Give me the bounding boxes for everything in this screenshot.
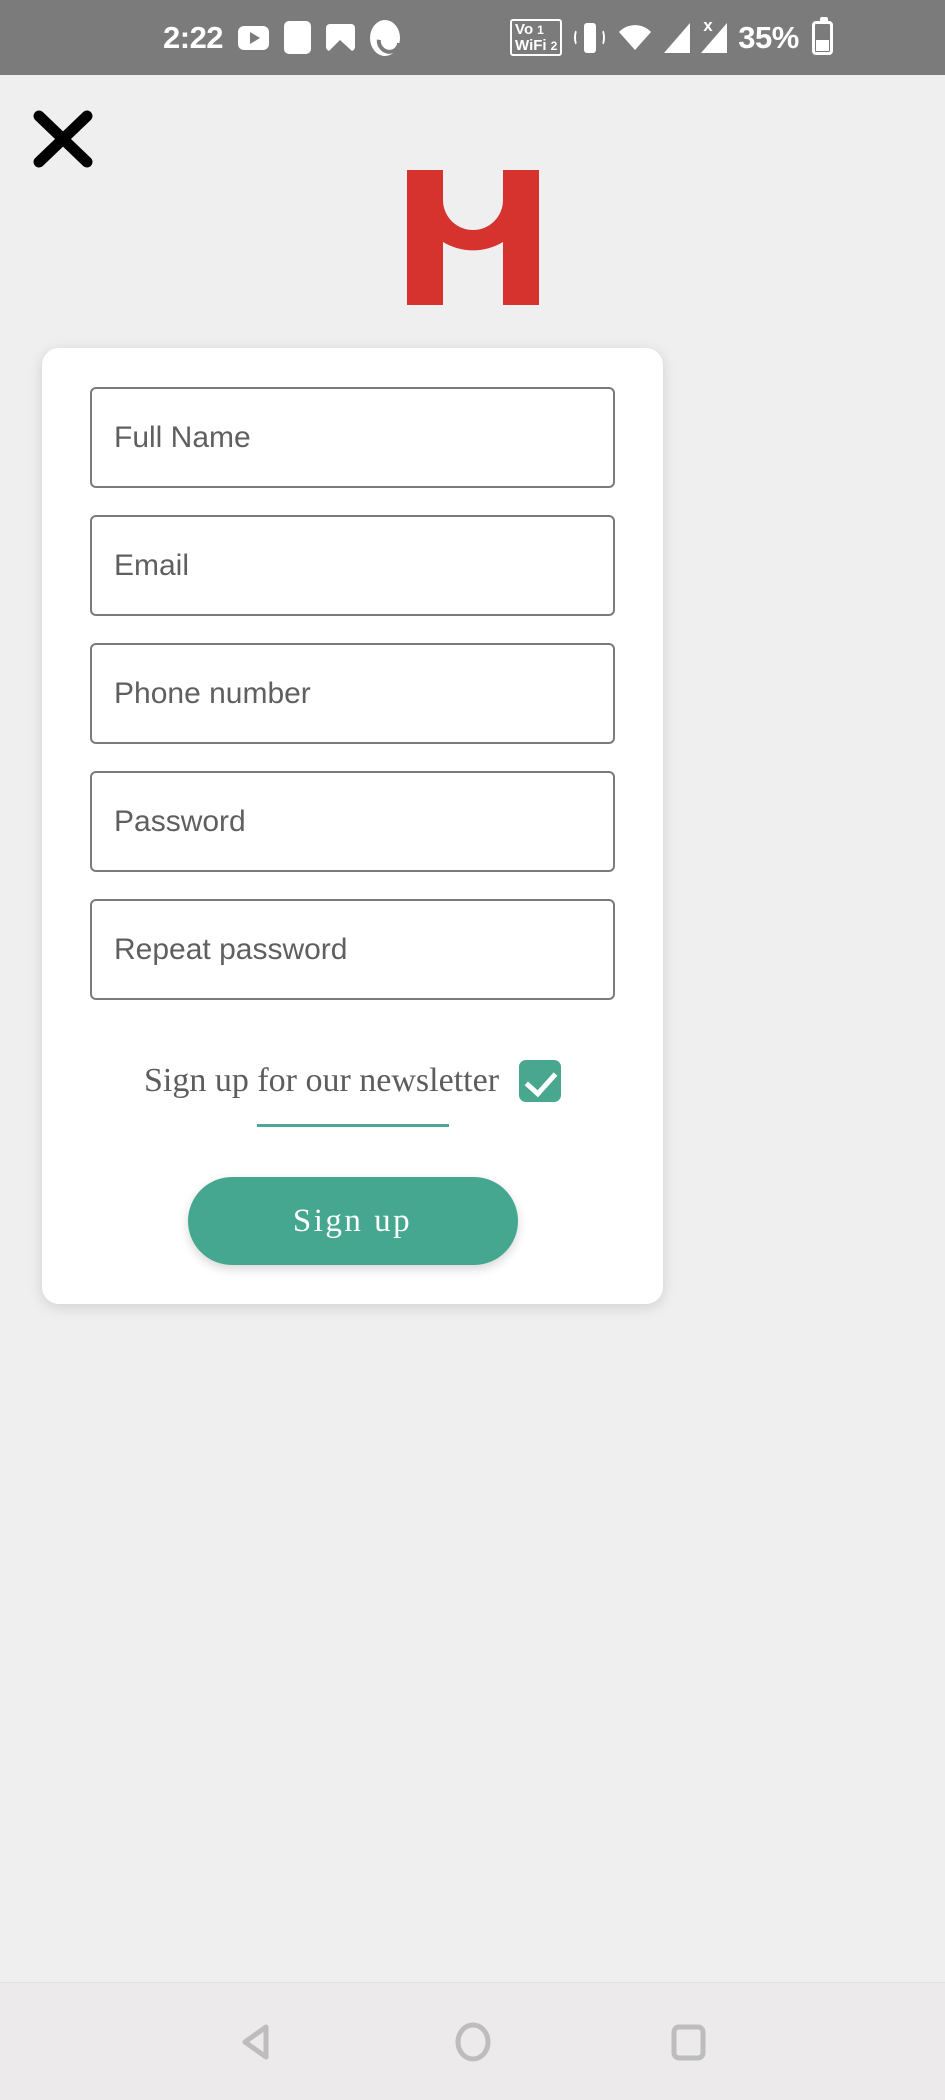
vowifi-icon: Vo 1 WiFi 2 xyxy=(510,19,563,56)
signup-button[interactable]: Sign up xyxy=(187,1177,518,1265)
newsletter-divider xyxy=(256,1124,449,1127)
newsletter-checkbox[interactable] xyxy=(519,1060,562,1102)
password-input[interactable] xyxy=(90,771,615,872)
close-button[interactable] xyxy=(30,108,96,170)
vibrate-icon xyxy=(573,21,606,55)
newsletter-row: Sign up for our newsletter xyxy=(90,1060,615,1102)
full-name-input[interactable] xyxy=(90,387,615,488)
status-clock: 2:22 xyxy=(163,20,224,55)
nav-back-button[interactable] xyxy=(213,1997,303,2087)
nav-home-button[interactable] xyxy=(428,1997,518,2087)
recents-square-icon xyxy=(671,2024,705,2060)
vowifi-line1-label: Vo xyxy=(515,21,534,39)
youtube-icon xyxy=(238,25,270,50)
repeat-password-input[interactable] xyxy=(90,899,615,1000)
phone-number-input[interactable] xyxy=(90,643,615,744)
signal-sim2-no-data-icon: x xyxy=(701,17,728,53)
vowifi-line1-sim: 1 xyxy=(537,23,544,38)
app-notification-icon xyxy=(284,21,312,54)
newsletter-block: Sign up for our newsletter xyxy=(90,1060,615,1127)
android-nav-bar xyxy=(0,1982,945,2100)
wifi-icon xyxy=(617,24,653,51)
signal-sim1-icon xyxy=(664,22,691,53)
nav-recents-button[interactable] xyxy=(643,1997,733,2087)
vowifi-line2-label: WiFi xyxy=(515,36,547,54)
back-triangle-icon xyxy=(242,2024,268,2059)
signup-card: Sign up for our newsletter Sign up xyxy=(42,348,663,1304)
battery-percent-label: 35% xyxy=(738,20,799,55)
brand-m-logo xyxy=(406,170,539,305)
gallery-icon xyxy=(326,24,356,51)
close-icon xyxy=(33,110,93,168)
brand-logo-container xyxy=(0,170,945,305)
home-circle-icon xyxy=(455,2022,490,2061)
email-input[interactable] xyxy=(90,515,615,616)
battery-icon xyxy=(811,16,833,55)
phone-call-icon xyxy=(370,19,401,56)
status-bar-left-group: 2:22 xyxy=(163,19,401,56)
status-bar: 2:22 Vo 1 WiFi 2 x 35% xyxy=(0,0,945,75)
vowifi-line2-sim: 2 xyxy=(550,38,558,53)
newsletter-label: Sign up for our newsletter xyxy=(143,1062,500,1099)
status-bar-right-group: Vo 1 WiFi 2 x 35% xyxy=(510,16,833,56)
